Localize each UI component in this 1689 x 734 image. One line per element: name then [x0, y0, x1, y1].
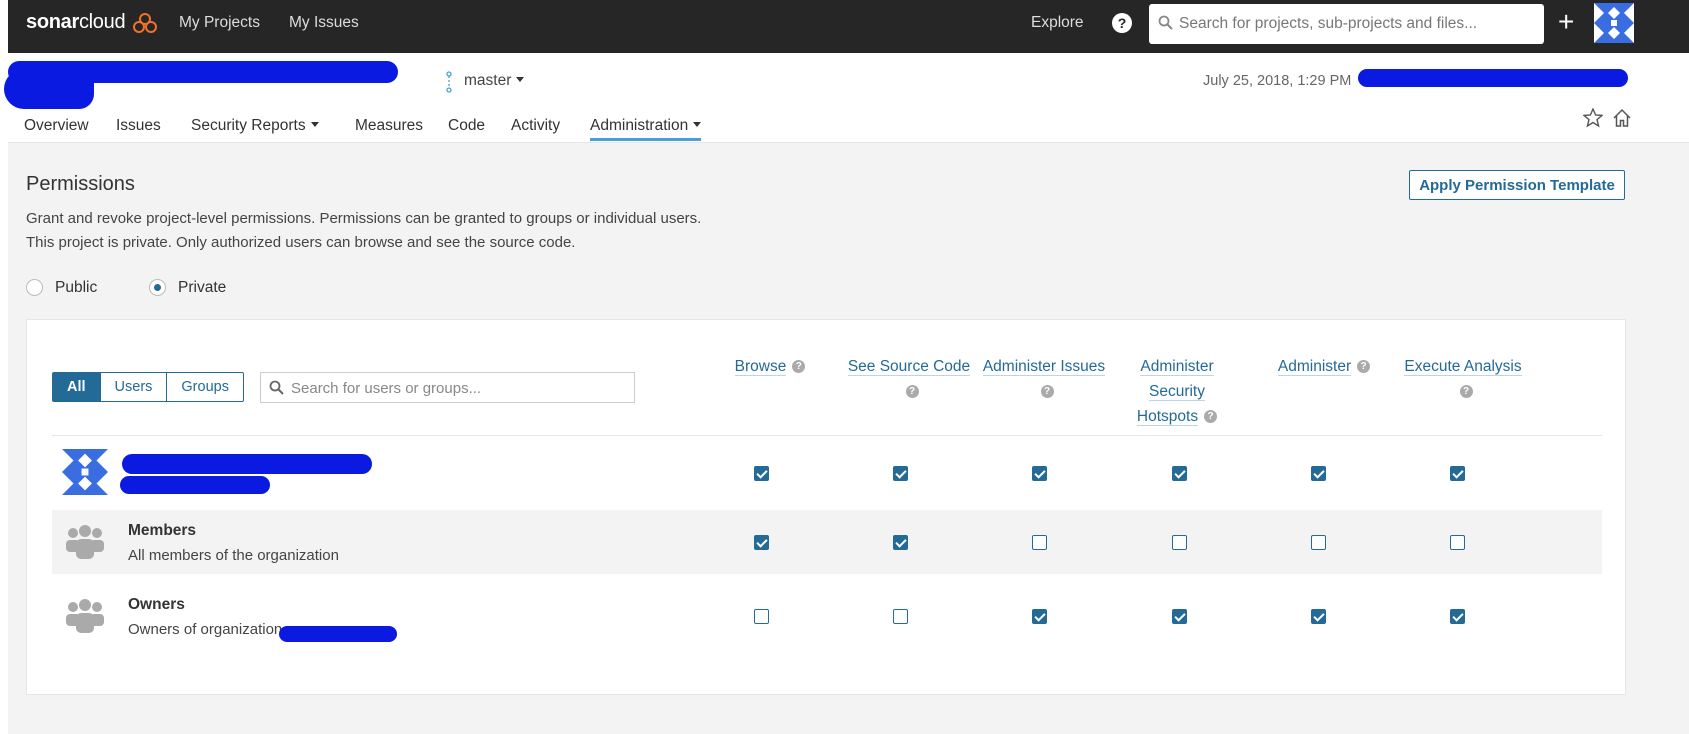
tab-measures[interactable]: Measures	[355, 117, 423, 135]
row-name: Members	[128, 522, 197, 539]
user-avatar	[62, 449, 108, 495]
filter-all-button[interactable]: All	[52, 372, 101, 402]
apply-permission-template-button[interactable]: Apply Permission Template	[1409, 170, 1625, 200]
permission-checkbox[interactable]	[1450, 466, 1465, 481]
branch-icon	[446, 71, 452, 93]
permission-checkbox[interactable]	[1311, 609, 1326, 624]
radio-private-label[interactable]: Private	[178, 279, 226, 297]
permissions-table-card: All Users Groups Browse? See Source Code…	[26, 319, 1626, 695]
column-administer[interactable]: Administer?	[1249, 354, 1399, 379]
column-see-source-code[interactable]: See Source Code?	[834, 354, 984, 404]
sonarcloud-logo[interactable]: sonarcloud	[26, 11, 126, 34]
tab-security-reports[interactable]: Security Reports	[191, 117, 319, 135]
permission-checkbox[interactable]	[1311, 535, 1326, 550]
help-icon[interactable]: ?	[1112, 13, 1132, 33]
help-icon[interactable]: ?	[1204, 410, 1218, 424]
page-title: Permissions	[26, 173, 135, 195]
analysis-date: July 25, 2018, 1:29 PM	[1203, 73, 1352, 89]
nav-my-projects[interactable]: My Projects	[179, 14, 260, 32]
redacted-organization-name	[279, 626, 397, 642]
help-icon[interactable]: ?	[1357, 360, 1371, 374]
permission-checkbox[interactable]	[1032, 609, 1047, 624]
permission-checkbox[interactable]	[893, 535, 908, 550]
permission-checkbox[interactable]	[1172, 535, 1187, 550]
column-administer-issues[interactable]: Administer Issues?	[974, 354, 1114, 404]
tab-activity[interactable]: Activity	[511, 117, 560, 135]
permission-checkbox[interactable]	[1450, 609, 1465, 624]
filter-users-button[interactable]: Users	[99, 372, 168, 402]
home-icon[interactable]	[1612, 108, 1632, 128]
table-row	[52, 436, 1602, 510]
global-navbar: sonarcloud My Projects My Issues Explore…	[8, 0, 1689, 53]
redacted-user-login	[120, 476, 270, 494]
permission-checkbox[interactable]	[1172, 609, 1187, 624]
radio-public[interactable]	[26, 279, 43, 296]
permission-checkbox[interactable]	[754, 535, 769, 550]
search-icon	[269, 380, 284, 395]
radio-public-label[interactable]: Public	[55, 279, 97, 297]
help-icon[interactable]: ?	[1459, 385, 1473, 399]
permission-checkbox[interactable]	[1311, 466, 1326, 481]
redacted-project-name	[4, 69, 94, 109]
help-icon[interactable]: ?	[1040, 385, 1054, 399]
permission-checkbox[interactable]	[754, 609, 769, 624]
tab-issues[interactable]: Issues	[116, 117, 161, 135]
filter-toggle: All Users Groups	[52, 372, 244, 402]
global-search-input[interactable]	[1179, 12, 1534, 36]
table-row: Members All members of the organization	[52, 510, 1602, 574]
redacted-user-name	[122, 454, 372, 474]
column-execute-analysis[interactable]: Execute Analysis?	[1388, 354, 1538, 404]
row-description: All members of the organization	[128, 547, 339, 564]
tab-administration[interactable]: Administration	[590, 117, 702, 141]
left-margin	[0, 0, 8, 734]
favorite-star-icon[interactable]	[1583, 108, 1603, 128]
row-name: Owners	[128, 596, 185, 613]
permission-checkbox[interactable]	[754, 466, 769, 481]
nav-explore[interactable]: Explore	[1031, 14, 1084, 32]
radio-private[interactable]	[149, 279, 166, 296]
global-search[interactable]	[1149, 4, 1544, 44]
page-description: Grant and revoke project-level permissio…	[26, 210, 702, 227]
permission-checkbox[interactable]	[1450, 535, 1465, 550]
permissions-page: Permissions Apply Permission Template Gr…	[8, 143, 1689, 734]
visibility-description: This project is private. Only authorized…	[26, 234, 576, 251]
user-avatar[interactable]	[1594, 3, 1634, 43]
redacted-version	[1358, 69, 1628, 87]
sonarcloud-logo-icon	[133, 13, 157, 33]
filter-groups-button[interactable]: Groups	[166, 372, 244, 402]
add-icon[interactable]: +	[1558, 8, 1574, 36]
help-icon[interactable]: ?	[905, 385, 919, 399]
permission-checkbox[interactable]	[1032, 535, 1047, 550]
help-icon[interactable]: ?	[792, 360, 806, 374]
search-icon	[1158, 15, 1173, 30]
permission-checkbox[interactable]	[893, 466, 908, 481]
permission-checkbox[interactable]	[1172, 466, 1187, 481]
group-icon	[66, 525, 104, 559]
tab-overview[interactable]: Overview	[24, 117, 89, 135]
project-header: master July 25, 2018, 1:29 PM Overview I…	[4, 53, 1689, 143]
user-group-search-input[interactable]	[291, 378, 626, 398]
tab-code[interactable]: Code	[448, 117, 485, 135]
column-browse[interactable]: Browse?	[695, 354, 845, 379]
nav-my-issues[interactable]: My Issues	[289, 14, 359, 32]
table-row: Owners Owners of organization	[52, 584, 1602, 648]
column-administer-security-hotspots[interactable]: Administer Security Hotspots?	[1117, 354, 1237, 429]
user-group-search[interactable]	[260, 372, 635, 403]
permission-checkbox[interactable]	[893, 609, 908, 624]
permission-checkbox[interactable]	[1032, 466, 1047, 481]
row-description: Owners of organization	[128, 621, 283, 638]
branch-selector[interactable]: master	[464, 72, 525, 90]
group-icon	[66, 599, 104, 633]
